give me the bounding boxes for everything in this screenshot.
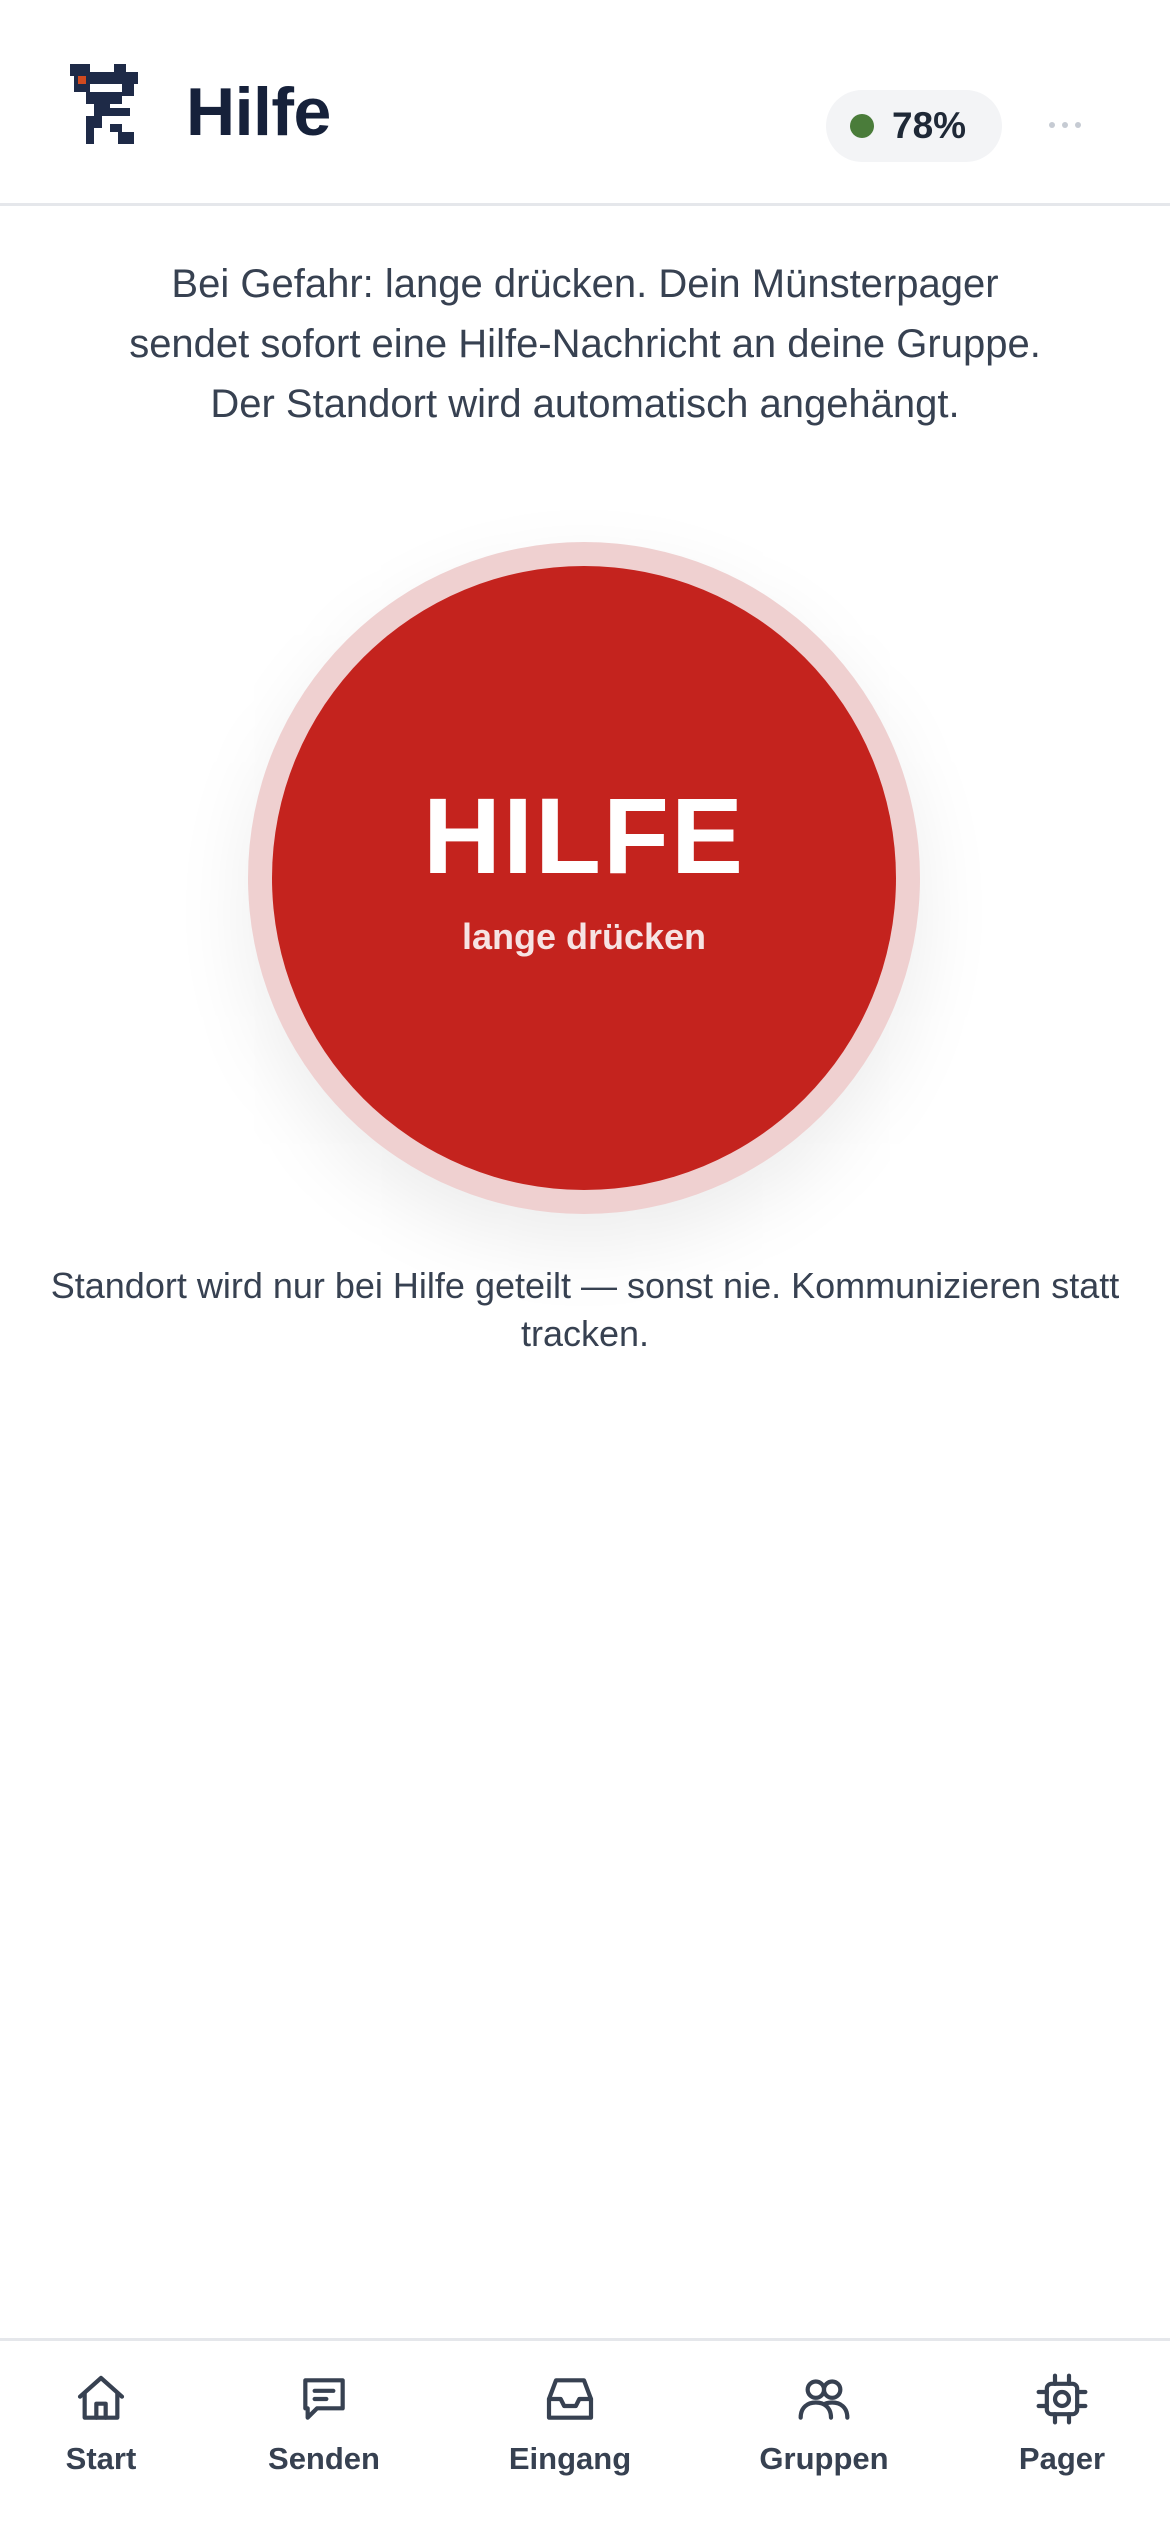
app-logo-icon bbox=[70, 64, 138, 144]
page-title: Hilfe bbox=[186, 74, 331, 150]
nav-item-gruppen[interactable]: Gruppen bbox=[724, 2371, 924, 2511]
battery-badge[interactable]: 78% bbox=[826, 90, 1002, 162]
nav-item-start[interactable]: Start bbox=[1, 2371, 201, 2511]
home-icon bbox=[77, 2375, 125, 2420]
more-icon[interactable] bbox=[1040, 100, 1090, 150]
inbox-icon bbox=[546, 2378, 594, 2420]
more-dot bbox=[1049, 122, 1055, 128]
more-dot bbox=[1062, 122, 1068, 128]
nav-item-pager[interactable]: Pager bbox=[962, 2371, 1162, 2511]
nav-label: Gruppen bbox=[759, 2441, 889, 2476]
help-button-label: HILFE bbox=[423, 775, 745, 896]
nav-item-eingang[interactable]: Eingang bbox=[470, 2371, 670, 2511]
nav-item-senden[interactable]: Senden bbox=[224, 2371, 424, 2511]
users-icon bbox=[798, 2379, 850, 2420]
nav-label: Senden bbox=[268, 2441, 380, 2476]
bottom-nav: Start Senden Eingang Gruppen Pager bbox=[0, 2338, 1170, 2532]
message-icon bbox=[303, 2378, 345, 2420]
chip-icon bbox=[1036, 2373, 1088, 2425]
more-dot bbox=[1075, 122, 1081, 128]
nav-label: Eingang bbox=[508, 2441, 632, 2476]
help-button-sublabel: lange drücken bbox=[461, 916, 707, 957]
app-header: Hilfe 78% bbox=[0, 0, 1170, 206]
nav-label: Pager bbox=[1018, 2441, 1106, 2476]
help-button[interactable]: HILFE lange drücken bbox=[272, 566, 896, 1190]
help-instructions: Bei Gefahr: lange drücken. Dein Münsterp… bbox=[129, 262, 1041, 426]
battery-status-dot bbox=[850, 114, 874, 138]
privacy-note: Standort wird nur bei Hilfe geteilt — so… bbox=[50, 1265, 1120, 1354]
nav-label: Start bbox=[65, 2441, 137, 2476]
help-screen: Hilfe 78% Bei Gefahr: lange drücken. Dei… bbox=[0, 0, 1170, 2532]
battery-percent: 78% bbox=[892, 105, 967, 146]
